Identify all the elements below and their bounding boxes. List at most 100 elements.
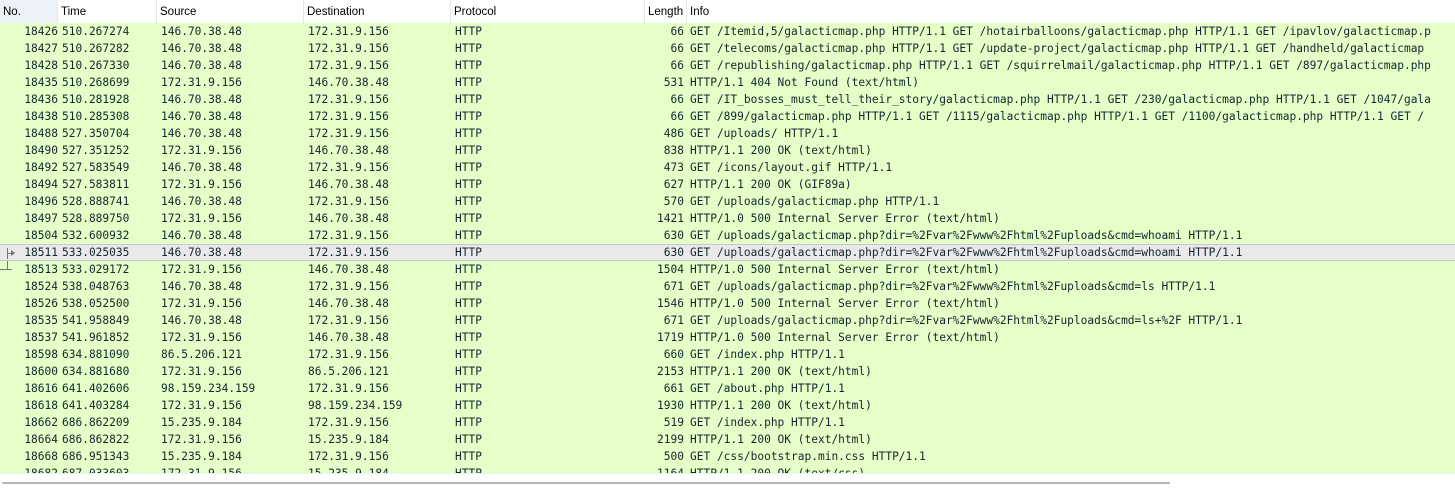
packet-source: 146.70.38.48: [161, 59, 242, 72]
packet-number: 18428: [24, 59, 58, 72]
packet-protocol: HTTP: [455, 416, 482, 429]
packet-length: 486: [663, 127, 684, 140]
packet-row[interactable]: 18497 528.889750 172.31.9.156 146.70.38.48 H…: [0, 210, 1455, 227]
column-header-protocol[interactable]: Protocol: [451, 0, 645, 23]
packet-protocol: HTTP: [455, 195, 482, 208]
packet-row[interactable]: 18490 527.351252 172.31.9.156 146.70.38.48 H…: [0, 142, 1455, 159]
packet-protocol: HTTP: [455, 263, 482, 276]
packet-row[interactable]: 18428 510.267330 146.70.38.48 172.31.9.156 H…: [0, 57, 1455, 74]
packet-row[interactable]: 18535 541.958849 146.70.38.48 172.31.9.156 H…: [0, 312, 1455, 329]
packet-row[interactable]: 18435 510.268699 172.31.9.156 146.70.38.48 H…: [0, 74, 1455, 91]
packet-length: 1164: [645, 465, 684, 473]
packet-time: 527.351252: [62, 144, 130, 157]
packet-row[interactable]: 18436 510.281928 146.70.38.48 172.31.9.156 H…: [0, 91, 1455, 108]
packet-protocol: HTTP: [455, 365, 482, 378]
packet-length: 66: [670, 59, 684, 72]
packet-info: GET /uploads/galacticmap.php?dir=%2Fvar%…: [690, 314, 1243, 327]
packet-row[interactable]: 18426 510.267274 146.70.38.48 172.31.9.156 H…: [0, 23, 1455, 40]
packet-row[interactable]: 18600 634.881680 172.31.9.156 86.5.206.121 H…: [0, 363, 1455, 380]
horizontal-scrollbar-thumb[interactable]: [2, 482, 1170, 484]
packet-row[interactable]: 18682 687.033603 172.31.9.156 15.235.9.184 H…: [0, 465, 1455, 473]
packet-number: 18526: [24, 297, 58, 310]
packet-length: 473: [663, 161, 684, 174]
column-header-destination[interactable]: Destination: [304, 0, 451, 23]
packet-time: 533.025035: [62, 246, 130, 259]
packet-length: 66: [670, 93, 684, 106]
packet-row[interactable]: 18618 641.403284 172.31.9.156 98.159.234.15…: [0, 397, 1455, 414]
packet-info: HTTP/1.1 404 Not Found (text/html): [690, 76, 920, 89]
packet-row[interactable]: 18492 527.583549 146.70.38.48 172.31.9.156 H…: [0, 159, 1455, 176]
packet-time: 641.402606: [62, 382, 130, 395]
packet-row[interactable]: 18496 528.888741 146.70.38.48 172.31.9.156 H…: [0, 193, 1455, 210]
packet-row-selected[interactable]: 18511 533.025035 146.70.38.48 172.31.9.156 H…: [0, 244, 1455, 261]
packet-source: 172.31.9.156: [161, 144, 242, 157]
packet-number: 18494: [24, 178, 58, 191]
packet-info: GET /uploads/galacticmap.php?dir=%2Fvar%…: [690, 280, 1216, 293]
packet-time: 641.403284: [62, 399, 130, 412]
packet-row[interactable]: 18664 686.862822 172.31.9.156 15.235.9.184 H…: [0, 431, 1455, 448]
packet-time: 686.862822: [62, 433, 130, 446]
packet-time: 541.961852: [62, 331, 130, 344]
packet-number: 18513: [24, 263, 58, 276]
packet-row[interactable]: 18598 634.881090 86.5.206.121 172.31.9.156 H…: [0, 346, 1455, 363]
packet-time: 527.350704: [62, 127, 130, 140]
packet-protocol: HTTP: [455, 178, 482, 191]
packet-row[interactable]: 18513 533.029172 172.31.9.156 146.70.38.48 H…: [0, 261, 1455, 278]
packet-number: 18438: [24, 110, 58, 123]
packet-source: 146.70.38.48: [161, 127, 242, 140]
packet-source: 172.31.9.156: [161, 76, 242, 89]
packet-row[interactable]: 18526 538.052500 172.31.9.156 146.70.38.48 H…: [0, 295, 1455, 312]
packet-number: 18436: [24, 93, 58, 106]
column-header-time[interactable]: Time: [58, 0, 157, 23]
packet-info: HTTP/1.0 500 Internal Server Error (text…: [690, 263, 1000, 276]
packet-row[interactable]: 18524 538.048763 146.70.38.48 172.31.9.156 H…: [0, 278, 1455, 295]
packet-protocol: HTTP: [455, 127, 482, 140]
packet-source: 86.5.206.121: [161, 348, 242, 361]
packet-time: 528.889750: [62, 212, 130, 225]
packet-row[interactable]: 18438 510.285308 146.70.38.48 172.31.9.156 H…: [0, 108, 1455, 125]
packet-info: HTTP/1.1 200 OK (text/html): [690, 144, 872, 157]
packet-protocol: HTTP: [455, 110, 482, 123]
packet-protocol: HTTP: [455, 25, 482, 38]
packet-row[interactable]: 18494 527.583811 172.31.9.156 146.70.38.48 H…: [0, 176, 1455, 193]
packet-number: 18426: [24, 25, 58, 38]
packet-row[interactable]: 18616 641.402606 98.159.234.159 172.31.9.15…: [0, 380, 1455, 397]
packet-destination: 172.31.9.156: [308, 229, 389, 242]
horizontal-scrollbar[interactable]: [0, 473, 1455, 490]
column-header-no[interactable]: No.: [0, 0, 58, 23]
packet-length: 2153: [657, 365, 684, 378]
packet-info: GET /uploads/galacticmap.php HTTP/1.1: [690, 195, 940, 208]
packet-row[interactable]: 18427 510.267282 146.70.38.48 172.31.9.156 H…: [0, 40, 1455, 57]
packet-number: 18435: [24, 76, 58, 89]
packet-time: 686.951343: [62, 450, 130, 463]
column-header-info[interactable]: Info: [687, 0, 1455, 23]
packet-number: 18682: [0, 465, 58, 473]
packet-length: 570: [663, 195, 684, 208]
packet-protocol: HTTP: [455, 465, 645, 473]
packet-row[interactable]: 18662 686.862209 15.235.9.184 172.31.9.156 H…: [0, 414, 1455, 431]
column-header-source[interactable]: Source: [157, 0, 304, 23]
packet-source: 146.70.38.48: [161, 229, 242, 242]
packet-length: 1504: [657, 263, 684, 276]
packet-destination: 172.31.9.156: [308, 42, 389, 55]
packet-length: 66: [670, 42, 684, 55]
packet-destination: 172.31.9.156: [308, 348, 389, 361]
packet-destination: 172.31.9.156: [308, 416, 389, 429]
packet-number: 18668: [24, 450, 58, 463]
packet-destination: 86.5.206.121: [308, 365, 389, 378]
column-header-length[interactable]: Length: [645, 0, 687, 23]
packet-destination: 172.31.9.156: [308, 382, 389, 395]
packet-time: 527.583549: [62, 161, 130, 174]
packet-row[interactable]: 18504 532.600932 146.70.38.48 172.31.9.156 H…: [0, 227, 1455, 244]
packet-row[interactable]: 18488 527.350704 146.70.38.48 172.31.9.156 H…: [0, 125, 1455, 142]
packet-info: GET /uploads/galacticmap.php?dir=%2Fvar%…: [690, 229, 1243, 242]
packet-source: 172.31.9.156: [161, 263, 242, 276]
packet-time: 538.048763: [62, 280, 130, 293]
packet-protocol: HTTP: [455, 433, 482, 446]
packet-protocol: HTTP: [455, 382, 482, 395]
packet-info: GET /IT_bosses_must_tell_their_story/gal…: [690, 93, 1431, 106]
packet-source: 146.70.38.48: [161, 314, 242, 327]
packet-row[interactable]: 18668 686.951343 15.235.9.184 172.31.9.156 H…: [0, 448, 1455, 465]
packet-info: GET /icons/layout.gif HTTP/1.1: [690, 161, 893, 174]
packet-row[interactable]: 18537 541.961852 172.31.9.156 146.70.38.48 H…: [0, 329, 1455, 346]
